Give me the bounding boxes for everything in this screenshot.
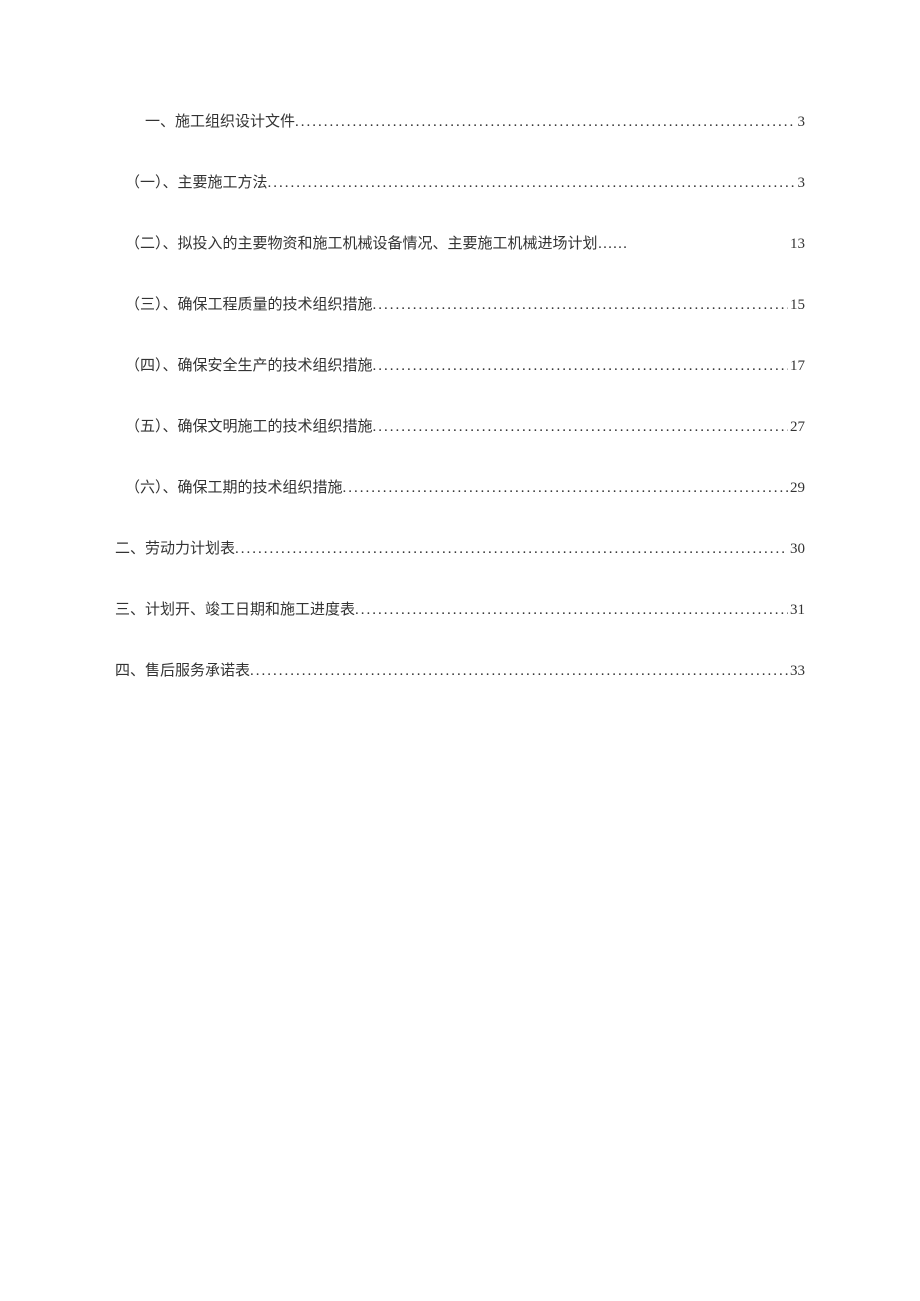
- toc-page: 17: [788, 358, 805, 375]
- toc-leader: [295, 114, 795, 131]
- toc-entry: 一、施工组织设计文件 3: [115, 110, 805, 131]
- toc-leader: [250, 663, 788, 680]
- toc-entry: （五）、确保文明施工的技术组织措施 27: [115, 415, 805, 436]
- toc-page: 29: [788, 480, 805, 497]
- toc-title: （六）、确保工期的技术组织措施: [125, 476, 343, 497]
- toc-title: （二）、拟投入的主要物资和施工机械设备情况、主要施工机械进场计划: [125, 232, 598, 253]
- toc-entry: （三）、确保工程质量的技术组织措施 15: [115, 293, 805, 314]
- toc-page: 3: [796, 114, 806, 131]
- toc-entry: 三、计划开、竣工日期和施工进度表 31: [115, 598, 805, 619]
- toc-entry: （一）、主要施工方法 3: [115, 171, 805, 192]
- toc-entry: 四、售后服务承诺表 33: [115, 659, 805, 680]
- toc-title: 四、售后服务承诺表: [115, 659, 250, 680]
- toc-title: （五）、确保文明施工的技术组织措施: [125, 415, 373, 436]
- toc-page: 30: [788, 541, 805, 558]
- toc-entry: 二、劳动力计划表 30: [115, 537, 805, 558]
- toc-page: 3: [796, 175, 806, 192]
- toc-title: （一）、主要施工方法: [125, 171, 268, 192]
- toc-entry: （二）、拟投入的主要物资和施工机械设备情况、主要施工机械进场计划 13: [115, 232, 805, 253]
- toc-page: 33: [788, 663, 805, 680]
- toc-title: 三、计划开、竣工日期和施工进度表: [115, 598, 355, 619]
- table-of-contents: 一、施工组织设计文件 3 （一）、主要施工方法 3 （二）、拟投入的主要物资和施…: [115, 110, 805, 680]
- toc-page: 27: [788, 419, 805, 436]
- toc-leader: [235, 541, 788, 558]
- toc-page: 31: [788, 602, 805, 619]
- toc-page: 15: [788, 297, 805, 314]
- toc-leader: [268, 175, 796, 192]
- toc-title: （三）、确保工程质量的技术组织措施: [125, 293, 373, 314]
- toc-leader: [598, 236, 788, 253]
- toc-title: 二、劳动力计划表: [115, 537, 235, 558]
- toc-title: 一、施工组织设计文件: [145, 110, 295, 131]
- toc-leader: [373, 419, 788, 436]
- toc-entry: （四）、确保安全生产的技术组织措施 17: [115, 354, 805, 375]
- toc-leader: [343, 480, 788, 497]
- toc-page: 13: [788, 236, 805, 253]
- toc-leader: [355, 602, 788, 619]
- toc-entry: （六）、确保工期的技术组织措施 29: [115, 476, 805, 497]
- toc-leader: [373, 358, 788, 375]
- toc-leader: [373, 297, 788, 314]
- toc-title: （四）、确保安全生产的技术组织措施: [125, 354, 373, 375]
